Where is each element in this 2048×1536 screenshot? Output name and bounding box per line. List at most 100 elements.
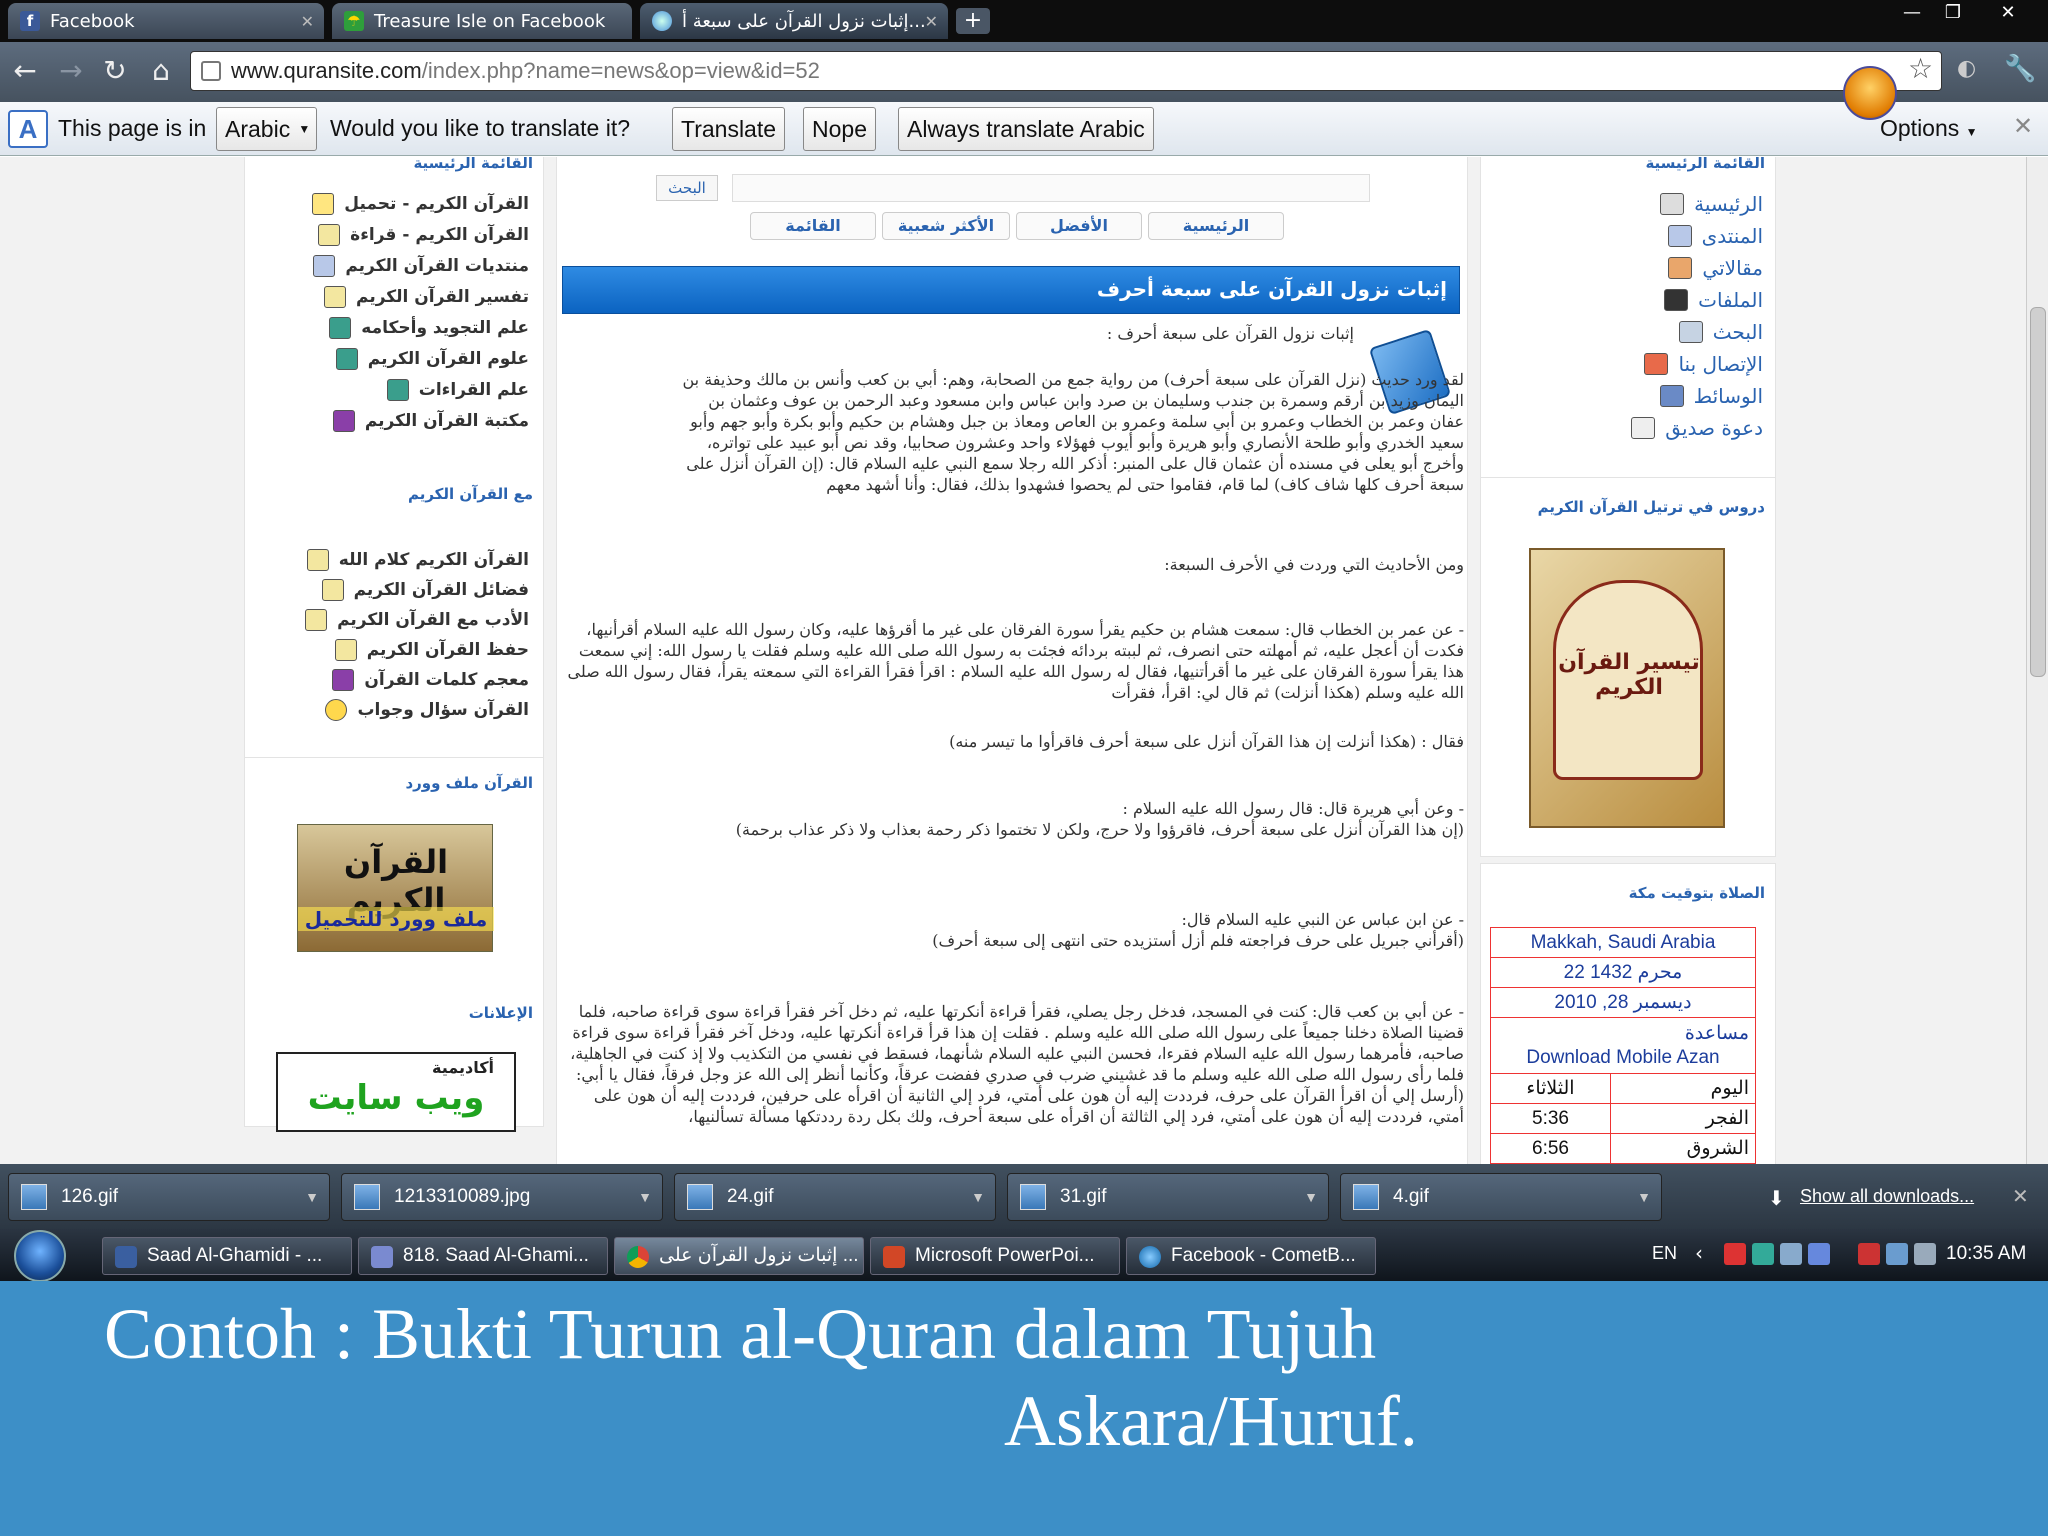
web-site-academy-ad[interactable]: أكاديمية ويب سايت (276, 1052, 516, 1132)
home-icon[interactable]: ⌂ (144, 52, 178, 90)
tab-best[interactable]: الأفضل (1016, 212, 1142, 240)
antivirus-tray-icon[interactable] (1724, 1243, 1746, 1265)
tab-quransite[interactable]: إثبات نزول القرآن على سبعة أ... ✕ (640, 3, 948, 39)
left-menu-item[interactable]: القرآن الكريم - تحميل (312, 193, 529, 215)
taskbar-item[interactable]: Saad Al-Ghamidi - ... (102, 1237, 352, 1275)
tab-home[interactable]: الرئيسية (1148, 212, 1284, 240)
options-menu[interactable]: Options ▼ (1880, 115, 1978, 142)
prayer-help-link[interactable]: مساعدة (1491, 1022, 1755, 1046)
back-icon[interactable]: ← (8, 52, 42, 90)
left-menu-item[interactable]: علوم القرآن الكريم (335, 348, 529, 370)
tray-icon[interactable] (1752, 1243, 1774, 1265)
right-menu-item[interactable]: دعوة صديق (1631, 416, 1763, 440)
left-menu-item[interactable]: مكتبة القرآن الكريم (332, 410, 529, 432)
article-paragraph: - عن ابن عباس عن النبي عليه السلام قال: (1181, 910, 1464, 929)
wrench-icon[interactable]: 🔧 (2004, 54, 2036, 84)
menu-item-label: القرآن الكريم - تحميل (344, 194, 529, 214)
minimize-button[interactable]: — (1895, 0, 1929, 26)
show-all-downloads-link[interactable]: Show all downloads... (1800, 1186, 1974, 1207)
taskbar-item[interactable]: Microsoft PowerPoi... (870, 1237, 1120, 1275)
left-menu-item[interactable]: فضائل القرآن الكريم (321, 579, 529, 601)
volume-icon[interactable] (1914, 1243, 1936, 1265)
left-menu-item[interactable]: علم التجويد وأحكامه (329, 317, 529, 339)
close-infobar-icon[interactable]: ✕ (2013, 112, 2033, 141)
taskbar-item[interactable]: Facebook - CometB... (1126, 1237, 1376, 1275)
show-hidden-icons-icon[interactable]: ‹ (1695, 1241, 1703, 1265)
right-menu-item[interactable]: مقالاتي (1668, 256, 1763, 280)
alert-tray-icon[interactable] (1858, 1243, 1880, 1265)
taskbar-item-label: Microsoft PowerPoi... (915, 1245, 1095, 1266)
chevron-down-icon[interactable]: ▼ (305, 1174, 319, 1220)
bookmark-star-icon[interactable]: ☆ (1908, 52, 1933, 85)
left-menu-item[interactable]: الأدب مع القرآن الكريم (305, 609, 529, 631)
close-shelf-icon[interactable]: ✕ (2012, 1184, 2029, 1208)
always-translate-button[interactable]: Always translate Arabic (898, 107, 1154, 151)
search-input[interactable] (732, 174, 1370, 202)
windows-start-button[interactable] (14, 1230, 66, 1282)
translate-infobar: A This page is in Arabic ▼ Would you like… (0, 102, 2048, 156)
taskbar-clock[interactable]: 10:35 AM (1946, 1243, 2026, 1265)
reload-icon[interactable]: ↻ (98, 52, 132, 90)
library-book-icon (332, 410, 355, 432)
download-item[interactable]: 31.gif ▼ (1007, 1173, 1329, 1221)
right-menu-item[interactable]: الرئيسية (1660, 192, 1763, 216)
sunrise-time: 6:56 (1490, 1133, 1611, 1164)
scrollbar-thumb[interactable] (2030, 307, 2046, 677)
nope-button[interactable]: Nope (803, 107, 876, 151)
download-mobile-azan-link[interactable]: Download Mobile Azan (1491, 1046, 1755, 1070)
tab-title: إثبات نزول القرآن على سبعة أ... (682, 10, 926, 32)
network-tray-icon[interactable] (1780, 1243, 1802, 1265)
taskbar-item[interactable]: 818. Saad Al-Ghami... (358, 1237, 608, 1275)
display-tray-icon[interactable] (1808, 1243, 1830, 1265)
tab-list[interactable]: القائمة (750, 212, 876, 240)
download-item[interactable]: 24.gif ▼ (674, 1173, 996, 1221)
right-menu-item[interactable]: الوسائط (1659, 384, 1763, 408)
language-select-value: Arabic (225, 116, 291, 142)
left-menu-item[interactable]: تفسير القرآن الكريم (323, 286, 529, 308)
left-menu-item[interactable]: القرآن الكريم - قراءة (318, 224, 529, 246)
quran-extension-icon[interactable] (1843, 66, 1897, 120)
quran-word-file-banner[interactable]: القرآن الكريم ملف وورد للتحميل (297, 824, 494, 952)
new-tab-button[interactable]: + (956, 8, 990, 34)
tab-treasure-isle[interactable]: ☂ Treasure Isle on Facebook (332, 3, 632, 39)
chevron-down-icon[interactable]: ▼ (1304, 1174, 1318, 1220)
forward-icon[interactable]: → (54, 52, 88, 90)
vertical-scrollbar[interactable] (2026, 157, 2048, 1164)
taskbar-item[interactable]: إثبات نزول القرآن على ... (614, 1237, 864, 1275)
tab-most-popular[interactable]: الأكثر شعبية (882, 212, 1010, 240)
tab-facebook[interactable]: f Facebook ✕ (8, 3, 324, 39)
menu-item-label: القرآن الكريم - قراءة (350, 225, 529, 245)
chevron-down-icon[interactable]: ▼ (638, 1174, 652, 1220)
address-bar[interactable]: www.quransite.com/index.php?name=news&op… (190, 51, 1942, 91)
close-window-button[interactable]: ✕ (1990, 0, 2026, 26)
download-item[interactable]: 4.gif ▼ (1340, 1173, 1662, 1221)
power-tray-icon[interactable] (1886, 1243, 1908, 1265)
right-menu-item[interactable]: الملفات (1664, 288, 1763, 312)
right-menu-item[interactable]: المنتدى (1667, 224, 1763, 248)
left-menu-item[interactable]: معجم كلمات القرآن (332, 669, 529, 691)
menu-item-label: البحث (1712, 320, 1763, 344)
menu-item-label: علم التجويد وأحكامه (361, 318, 529, 338)
left-menu-item[interactable]: القرآن سؤال وجواب (325, 699, 529, 721)
left-menu-item[interactable]: القرآن الكريم كلام الله (306, 549, 529, 571)
left-menu-item[interactable]: منتديات القرآن الكريم (313, 255, 529, 277)
close-tab-icon[interactable]: ✕ (301, 12, 314, 31)
extension-icon[interactable]: ◐ (1957, 56, 1991, 86)
chevron-down-icon[interactable]: ▼ (971, 1174, 985, 1220)
floppy-disk-icon (1664, 289, 1689, 311)
prayer-times-table: Makkah, Saudi Arabia 22 محرم 1432 ديسمبر… (1490, 927, 1756, 1164)
left-menu-item[interactable]: حفظ القرآن الكريم (334, 639, 529, 661)
left-menu-item[interactable]: علم القراءات (386, 379, 529, 401)
translate-button[interactable]: Translate (672, 107, 786, 151)
restore-button[interactable]: ❐ (1936, 0, 1970, 26)
download-item[interactable]: 1213310089.jpg ▼ (341, 1173, 663, 1221)
chevron-down-icon[interactable]: ▼ (1637, 1174, 1651, 1220)
search-button[interactable]: البحث (656, 175, 718, 201)
language-indicator[interactable]: EN (1652, 1243, 1677, 1264)
tarteel-book-cover[interactable]: تيسير القرآن الكريم (1529, 548, 1725, 828)
language-select[interactable]: Arabic ▼ (216, 107, 318, 151)
close-tab-icon[interactable]: ✕ (925, 12, 938, 31)
right-menu-item[interactable]: الإتصال بنا (1644, 352, 1763, 376)
right-menu-item[interactable]: البحث (1678, 320, 1763, 344)
download-item[interactable]: 126.gif ▼ (8, 1173, 330, 1221)
